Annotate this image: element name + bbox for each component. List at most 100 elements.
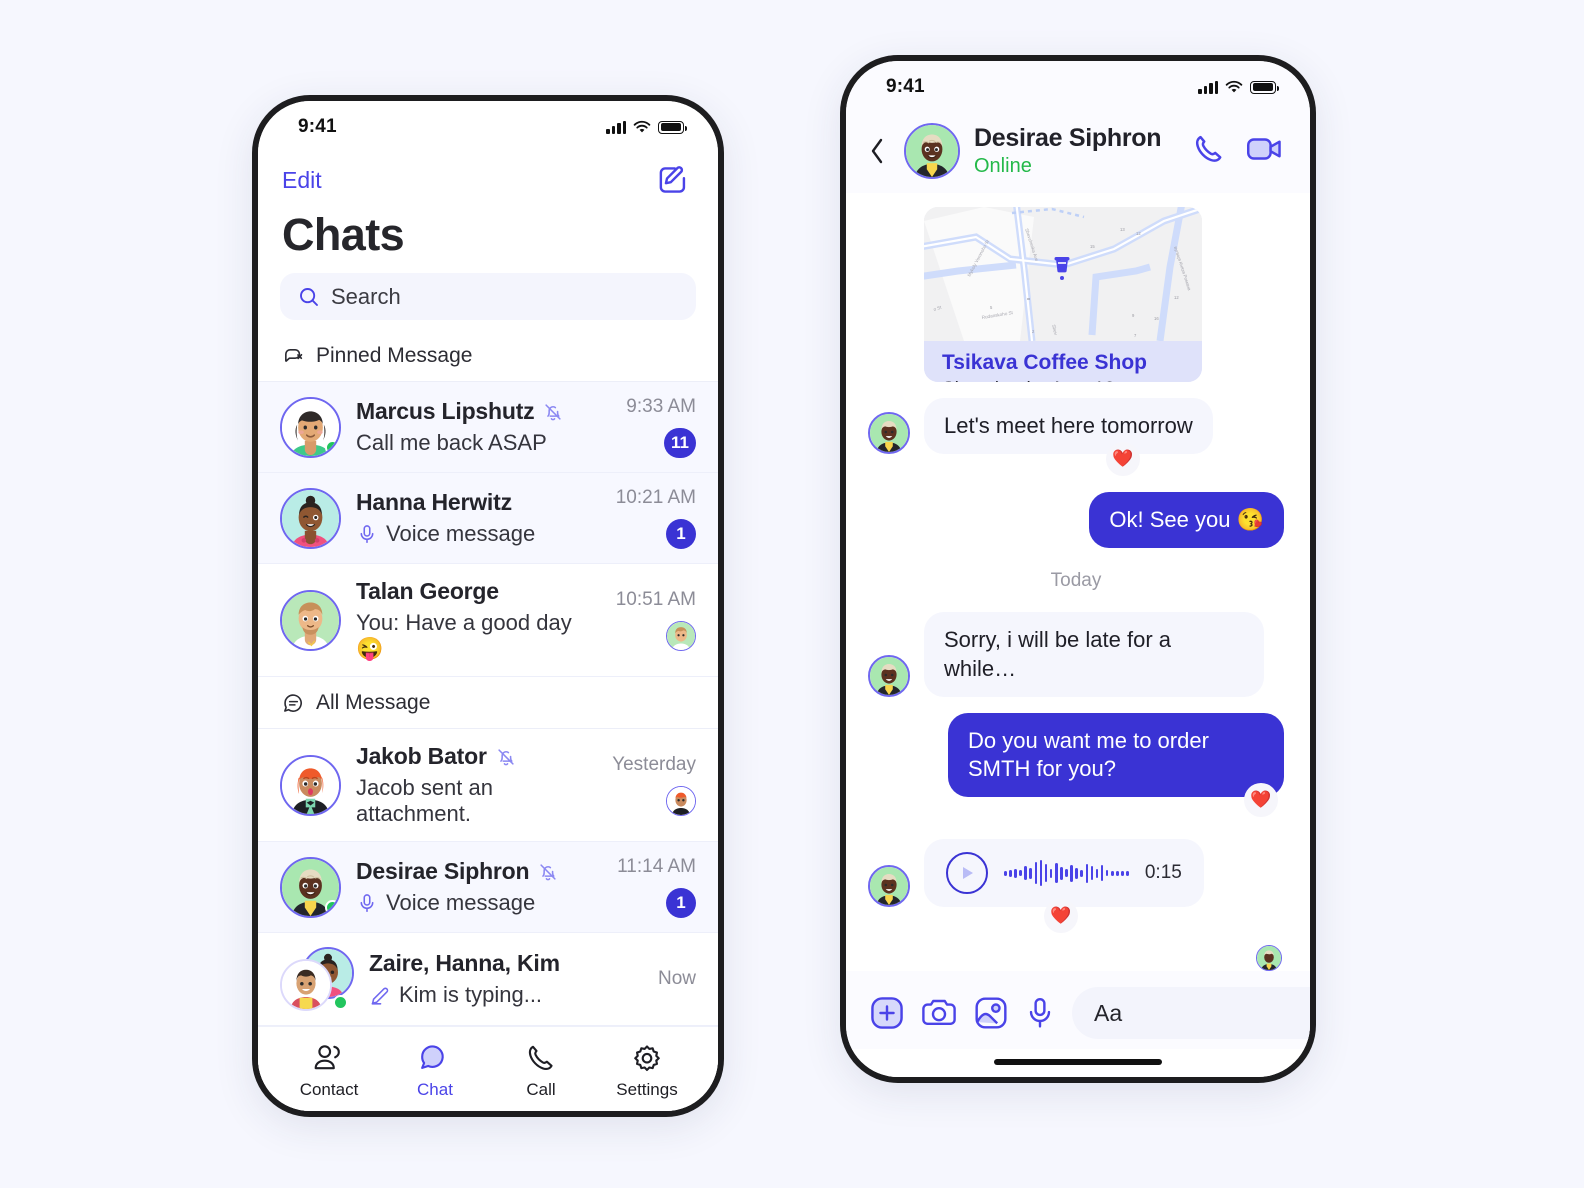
battery-icon (1250, 80, 1280, 94)
reaction-row: ❤️ (868, 442, 1284, 477)
row-name-line: Talan George (356, 578, 601, 605)
tab-label: Call (526, 1080, 556, 1099)
message-composer (846, 971, 1310, 1049)
timestamp: Yesterday (612, 754, 696, 775)
mute-bell-icon (540, 863, 557, 880)
avatar[interactable] (904, 123, 960, 179)
voice-message-bubble[interactable]: 0:15 (924, 839, 1204, 907)
avatar (280, 396, 341, 458)
chats-topbar: Edit (258, 153, 718, 199)
compose-pencil-icon[interactable] (656, 163, 690, 197)
chat-row-group-zaire-hanna-kim[interactable]: Zaire, Hanna, Kim Kim is typing... Now (258, 933, 718, 1026)
search-icon (300, 287, 318, 306)
contact-name: Marcus Lipshutz (356, 398, 535, 424)
location-message-card[interactable]: 13 12 15 12 9 16 752 Mykoly Voronoho St She… (924, 207, 1202, 383)
row-content: Zaire, Hanna, Kim Kim is typing... (369, 950, 643, 1008)
online-status-text: Online (974, 155, 1032, 177)
tab-contact[interactable]: Contact (283, 1043, 375, 1100)
status-bar: 9:41 (846, 61, 1310, 113)
tab-settings[interactable]: Settings (601, 1043, 693, 1100)
mute-bell-icon (545, 403, 562, 420)
row-content: Jakob Bator Jacob sent an attachment. (356, 743, 597, 827)
avatar (280, 856, 341, 918)
status-time: 9:41 (298, 116, 337, 137)
section-header-pinned: Pinned Message (258, 330, 718, 382)
row-content: Talan George You: Have a good day 😜 (356, 578, 601, 662)
chat-row-desirae-siphron[interactable]: Desirae Siphron Voice message 11:14 AM 1 (258, 842, 718, 933)
row-meta: 10:51 AM (616, 589, 696, 651)
microphone-icon[interactable] (1025, 996, 1055, 1030)
tab-label: Settings (616, 1080, 678, 1099)
heart-reaction[interactable]: ❤️ (1044, 899, 1078, 933)
play-icon[interactable] (946, 852, 988, 894)
message-avatar (868, 865, 910, 907)
contact-name: Hanna Herwitz (356, 489, 512, 515)
section-label: Pinned Message (316, 344, 473, 367)
all-messages-icon (284, 693, 302, 712)
pencil-icon (371, 987, 389, 1005)
status-time: 9:41 (886, 76, 925, 97)
phone-call-icon[interactable] (1192, 132, 1226, 171)
svg-text:15: 15 (1090, 244, 1095, 249)
plus-square-icon[interactable] (870, 996, 904, 1030)
gear-icon (634, 1045, 660, 1072)
tab-label: Contact (299, 1080, 359, 1099)
image-icon[interactable] (974, 996, 1008, 1030)
row-meta: Yesterday (612, 754, 696, 816)
chat-row-talan-george[interactable]: Talan George You: Have a good day 😜 10:5… (258, 564, 718, 677)
message-avatar (868, 654, 910, 697)
map-preview: 13 12 15 12 9 16 752 Mykoly Voronoho St She… (924, 207, 1202, 342)
bottom-tab-bar: Contact Chat Call Settings (258, 1026, 718, 1106)
video-camera-icon[interactable] (1246, 134, 1284, 169)
row-name-line: Marcus Lipshutz (356, 398, 611, 425)
mute-bell-icon (498, 748, 514, 765)
svg-text:16: 16 (1154, 316, 1159, 321)
microphone-icon (360, 525, 374, 544)
tab-call[interactable]: Call (495, 1043, 587, 1100)
conversation-header: Desirae Siphron Online (846, 113, 1310, 193)
message-preview: Jacob sent an attachment. (356, 775, 493, 826)
message-list: 13 12 15 12 9 16 752 Mykoly Voronoho St She… (846, 193, 1310, 971)
read-receipt-avatar (666, 786, 696, 816)
message-input-field[interactable] (1072, 987, 1310, 1039)
message-bubble[interactable]: Ok! See you 😘 (1089, 492, 1284, 549)
chat-bubble-icon (421, 1045, 444, 1069)
chat-row-jakob-bator[interactable]: Jakob Bator Jacob sent an attachment. Ye… (258, 729, 718, 842)
message-bubble[interactable]: Do you want me to order SMTH for you? (948, 712, 1284, 797)
location-info: Tsikava Coffee Shop Shevchenka Ave, 13 (924, 341, 1202, 383)
row-meta: 9:33 AM 11 (626, 396, 696, 458)
svg-text:13: 13 (1120, 227, 1125, 232)
phone-mockup-chats: 9:41 Edit Chats Search Pinned Message Ma… (252, 95, 724, 1117)
message-row-incoming: Let's meet here tomorrow (868, 398, 1284, 455)
message-input[interactable] (1094, 999, 1310, 1027)
message-bubble[interactable]: Sorry, i will be late for a while… (924, 612, 1264, 697)
reaction-row: ❤️ (868, 899, 1284, 933)
read-receipt-avatar (1256, 945, 1282, 971)
row-preview-line: Voice message (356, 890, 602, 916)
back-chevron-icon[interactable] (864, 137, 890, 165)
section-label: All Message (316, 691, 431, 714)
timestamp: 9:33 AM (626, 396, 696, 417)
svg-text:12: 12 (1174, 295, 1179, 300)
search-field[interactable] (280, 273, 696, 320)
online-indicator (325, 899, 339, 915)
phone-mockup-conversation: 9:41 Desirae Siphron Online 13 12 15 12 … (840, 55, 1316, 1083)
tab-chat[interactable]: Chat (389, 1043, 481, 1100)
edit-button[interactable]: Edit (282, 167, 322, 194)
heart-reaction[interactable]: ❤️ (1244, 783, 1278, 817)
heart-reaction[interactable]: ❤️ (1106, 442, 1140, 477)
microphone-icon (360, 894, 374, 913)
row-preview-line: Voice message (356, 521, 601, 547)
message-preview: You: Have a good day 😜 (356, 610, 572, 661)
conversation-screen: 9:41 Desirae Siphron Online 13 12 15 12 … (846, 61, 1310, 1077)
row-name-line: Desirae Siphron (356, 858, 602, 885)
camera-icon[interactable] (921, 996, 957, 1030)
group-avatar-secondary (280, 959, 332, 1011)
message-bubble[interactable]: Let's meet here tomorrow (924, 398, 1213, 455)
contact-name: Desirae Siphron (974, 124, 1162, 152)
chat-row-hanna-herwitz[interactable]: Hanna Herwitz Voice message 10:21 AM 1 (258, 473, 718, 564)
chat-row-marcus-lipshutz[interactable]: Marcus Lipshutz Call me back ASAP 9:33 A… (258, 382, 718, 473)
timestamp: Now (657, 968, 696, 989)
timestamp: 11:14 AM (617, 856, 696, 877)
search-input[interactable] (331, 283, 678, 310)
